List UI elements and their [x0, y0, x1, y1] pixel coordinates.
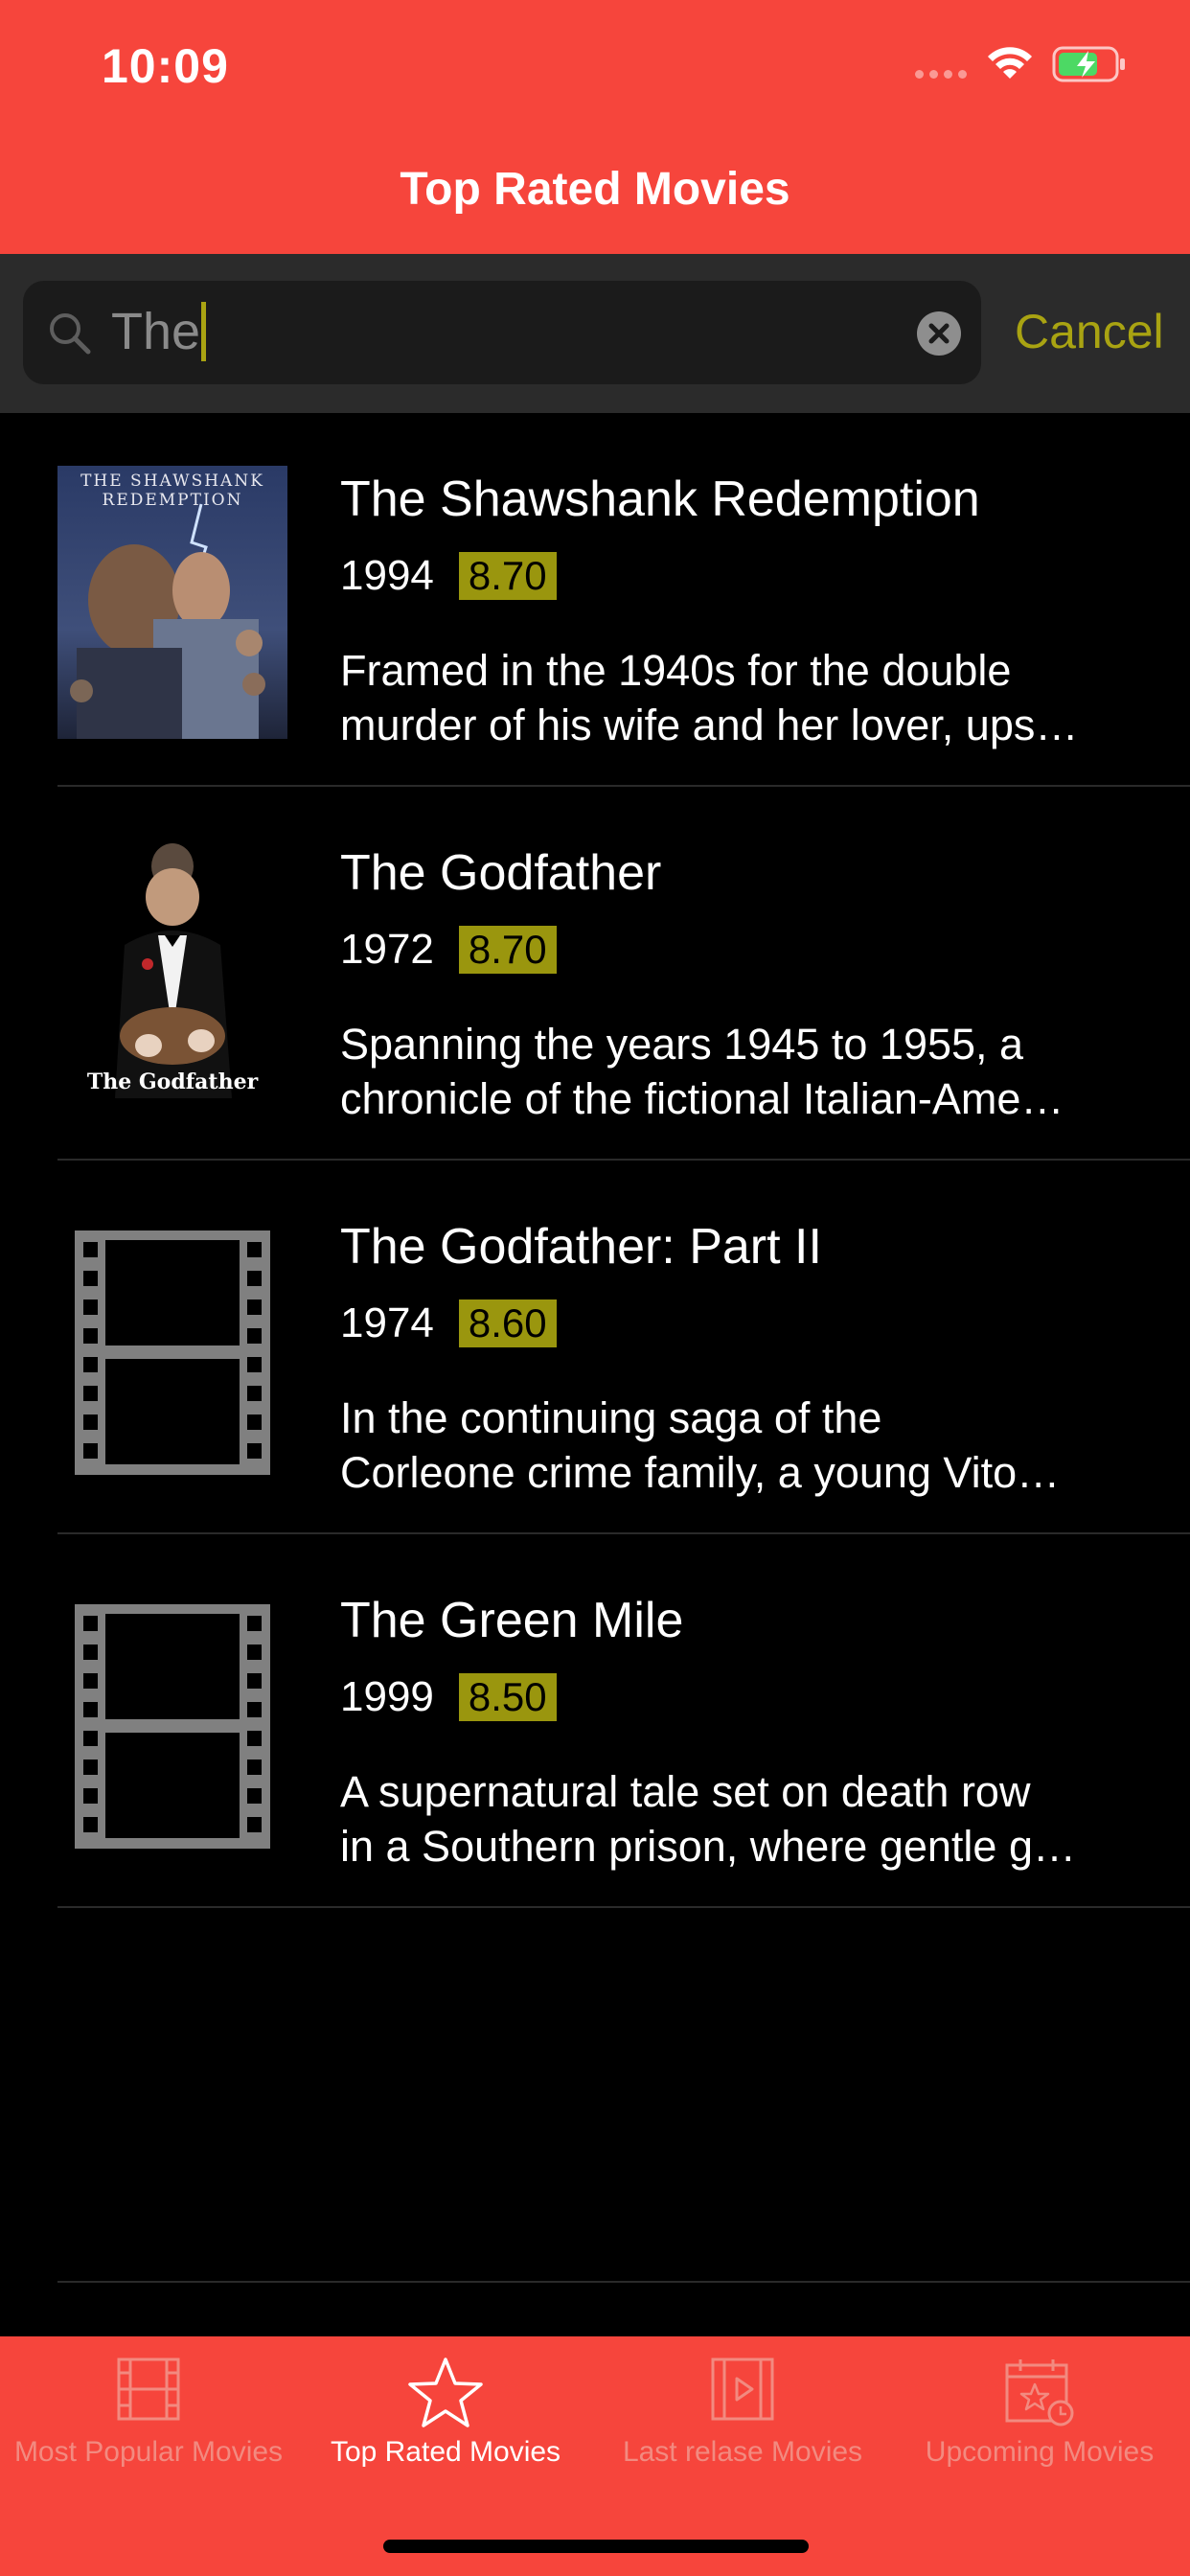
movie-meta: 1974 8.60 — [340, 1300, 557, 1347]
navigation-bar: Top Rated Movies — [0, 125, 1190, 254]
tab-upcoming[interactable]: Upcoming Movies — [891, 2336, 1188, 2480]
movie-overview: A supernatural tale set on death row in … — [340, 1764, 1135, 1874]
movie-year: 1974 — [340, 1300, 434, 1346]
cancel-button[interactable]: Cancel — [1015, 304, 1164, 359]
overview-line: in a Southern prison, where gentle g… — [340, 1822, 1076, 1871]
movie-poster: The Godfather — [57, 840, 287, 1113]
movie-title: The Godfather: Part II — [340, 1219, 822, 1275]
tab-top-rated[interactable]: Top Rated Movies — [297, 2336, 594, 2480]
film-icon — [117, 2358, 180, 2421]
overview-line: In the continuing saga of the — [340, 1393, 882, 1442]
movie-title: The Godfather — [340, 845, 662, 901]
poster-title: The Godfather — [86, 1070, 259, 1094]
movie-row[interactable]: THE SHAWSHANK REDEMPTION The Shawshank R… — [0, 413, 1190, 787]
wifi-icon — [988, 47, 1032, 79]
tab-label: Top Rated Movies — [330, 2436, 561, 2468]
page-title: Top Rated Movies — [400, 164, 790, 215]
home-indicator[interactable] — [383, 2540, 809, 2553]
movie-list: THE SHAWSHANK REDEMPTION The Shawshank R… — [0, 413, 1190, 1908]
movie-overview: In the continuing saga of the Corleone c… — [340, 1391, 1135, 1500]
movie-overview: Framed in the 1940s for the double murde… — [340, 643, 1135, 752]
movie-poster: THE SHAWSHANK REDEMPTION — [57, 466, 287, 739]
movie-year: 1994 — [340, 552, 434, 599]
movie-meta: 1994 8.70 — [340, 552, 557, 600]
movie-overview: Spanning the years 1945 to 1955, a chron… — [340, 1017, 1135, 1126]
tab-label: Upcoming Movies — [925, 2436, 1155, 2468]
text-caret — [201, 302, 207, 361]
poster-title: THE SHAWSHANK REDEMPTION — [80, 472, 264, 510]
movie-meta: 1999 8.50 — [340, 1673, 557, 1721]
movie-title: The Shawshank Redemption — [340, 472, 980, 527]
star-icon — [408, 2358, 483, 2427]
overview-line: Corleone crime family, a young Vito… — [340, 1448, 1061, 1497]
movie-rating: 8.70 — [458, 926, 557, 974]
movie-year: 1999 — [340, 1673, 434, 1720]
movie-year: 1972 — [340, 926, 434, 973]
movie-meta: 1972 8.70 — [340, 926, 557, 974]
tab-most-popular[interactable]: Most Popular Movies — [0, 2336, 297, 2480]
overview-line: Framed in the 1940s for the double — [340, 646, 1012, 695]
search-input[interactable]: The — [111, 302, 207, 361]
movie-row[interactable]: The Godfather: Part II 1974 8.60 In the … — [0, 1161, 1190, 1534]
movie-rating: 8.60 — [458, 1300, 557, 1347]
overview-line: A supernatural tale set on death row — [340, 1767, 1031, 1816]
overview-line: murder of his wife and her lover, ups… — [340, 701, 1079, 749]
overview-line: chronicle of the fictional Italian-Ame… — [340, 1074, 1064, 1123]
status-bar: 10:09 — [0, 0, 1190, 125]
overview-line: Spanning the years 1945 to 1955, a — [340, 1020, 1024, 1069]
search-icon — [50, 313, 91, 355]
calendar-star-icon — [1005, 2359, 1074, 2426]
movie-title: The Green Mile — [340, 1593, 684, 1648]
search-field[interactable]: The — [23, 281, 981, 384]
play-film-icon — [711, 2358, 774, 2421]
movie-rating: 8.70 — [458, 552, 557, 600]
tab-last-release[interactable]: Last relase Movies — [594, 2336, 891, 2480]
status-time: 10:09 — [102, 39, 229, 93]
poster-placeholder-film-icon — [57, 1587, 287, 1860]
signal-dots-icon — [915, 70, 967, 79]
search-query: The — [111, 303, 201, 360]
list-divider — [57, 2281, 1190, 2283]
search-bar: The Cancel — [0, 254, 1190, 413]
battery-charging-icon — [1052, 46, 1125, 82]
poster-placeholder-film-icon — [57, 1213, 287, 1486]
tab-label: Last relase Movies — [622, 2436, 863, 2468]
clear-icon[interactable] — [916, 310, 962, 356]
movie-row[interactable]: The Green Mile 1999 8.50 A supernatural … — [0, 1534, 1190, 1908]
tab-label: Most Popular Movies — [13, 2436, 284, 2468]
movie-rating: 8.50 — [458, 1673, 557, 1721]
movie-row[interactable]: The Godfather The Godfather 1972 8.70 Sp… — [0, 787, 1190, 1161]
